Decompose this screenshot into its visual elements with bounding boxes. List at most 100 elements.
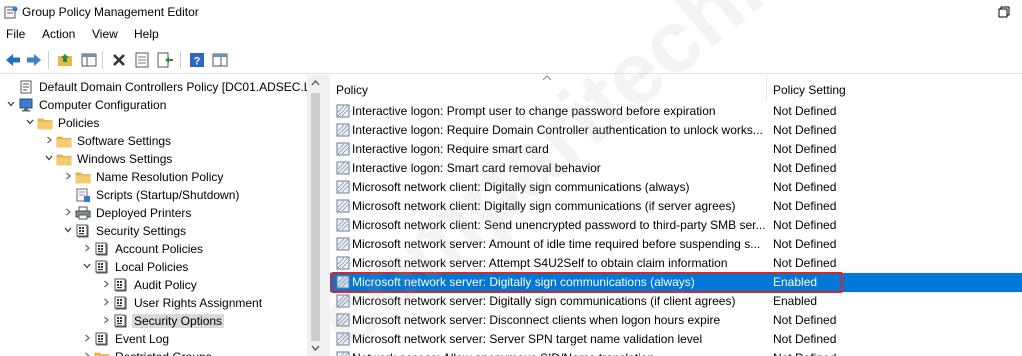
folder-icon — [56, 136, 72, 148]
policy-row[interactable]: Microsoft network client: Digitally sign… — [330, 197, 1022, 216]
tree-node-label: Default Domain Controllers Policy [DC01.… — [39, 80, 324, 94]
policy-row[interactable]: Interactive logon: Smart card removal be… — [330, 159, 1022, 178]
policy-setting-value: Not Defined — [773, 218, 837, 232]
folder-icon — [94, 352, 110, 356]
tree-node[interactable]: Security Options — [0, 312, 320, 330]
tree-node[interactable]: Event Log — [0, 330, 320, 348]
menu-view[interactable]: View — [92, 27, 118, 41]
column-header-policy-setting[interactable]: Policy Setting — [767, 75, 1022, 101]
policy-row[interactable]: Microsoft network server: Amount of idle… — [330, 235, 1022, 254]
toolbar-separator — [102, 51, 103, 69]
menu-help[interactable]: Help — [134, 27, 159, 41]
menu-action[interactable]: Action — [42, 27, 75, 41]
policy-setting-value: Not Defined — [773, 199, 837, 213]
tree-node[interactable]: Computer Configuration — [0, 96, 320, 114]
column-header-policy[interactable]: Policy — [330, 75, 767, 101]
tree-node[interactable]: User Rights Assignment — [0, 294, 320, 312]
tree-node[interactable]: Local Policies — [0, 258, 320, 276]
computer-icon — [19, 98, 33, 112]
tree-node-label: Scripts (Startup/Shutdown) — [96, 188, 240, 202]
chevron-right-icon[interactable] — [101, 297, 111, 307]
policy-row[interactable]: Interactive logon: Prompt user to change… — [330, 102, 1022, 121]
policy-setting-icon — [336, 294, 350, 308]
chevron-right-icon[interactable] — [101, 279, 111, 289]
tree-node[interactable]: Security Settings — [0, 222, 320, 240]
chevron-right-icon[interactable] — [82, 351, 92, 356]
policy-name: Microsoft network server: Digitally sign… — [352, 294, 736, 308]
console-view-icon[interactable] — [211, 51, 229, 69]
chevron-right-icon[interactable] — [44, 135, 54, 145]
tree-node[interactable]: Software Settings — [0, 132, 320, 150]
policy-row[interactable]: Microsoft network client: Digitally sign… — [330, 178, 1022, 197]
policy-name: Interactive logon: Require Domain Contro… — [352, 123, 763, 137]
policy-row[interactable]: Microsoft network server: Digitally sign… — [330, 292, 1022, 311]
policy-name: Interactive logon: Prompt user to change… — [352, 104, 716, 118]
tree-node[interactable]: Account Policies — [0, 240, 320, 258]
tree-node-label: Local Policies — [115, 260, 189, 274]
up-folder-icon[interactable] — [56, 51, 74, 69]
policy-setting-icon — [336, 180, 350, 194]
annotation-highlight-box — [331, 272, 843, 293]
policy-scroll-icon — [20, 80, 32, 94]
tree-node[interactable]: Windows Settings — [0, 150, 320, 168]
policy-setting-value: Not Defined — [773, 123, 837, 137]
title-bar: Group Policy Management Editor — [0, 0, 1022, 24]
tree-node[interactable]: Name Resolution Policy — [0, 168, 320, 186]
policy-name: Microsoft network server: Disconnect cli… — [352, 313, 721, 327]
chevron-right-icon[interactable] — [82, 243, 92, 253]
tree-vertical-scrollbar[interactable] — [307, 75, 324, 356]
chevron-down-icon[interactable] — [82, 261, 92, 271]
chevron-down-icon[interactable] — [6, 99, 16, 109]
help-icon[interactable]: ? — [188, 51, 206, 69]
chevron-right-icon[interactable] — [63, 171, 73, 181]
printer-icon — [75, 206, 91, 220]
export-list-icon[interactable] — [156, 51, 174, 69]
chevron-down-icon[interactable] — [25, 117, 35, 127]
show-hide-tree-icon[interactable] — [80, 51, 98, 69]
policy-row[interactable]: Microsoft network server: Disconnect cli… — [330, 311, 1022, 330]
chevron-right-icon[interactable] — [101, 315, 111, 325]
tree-node[interactable]: Scripts (Startup/Shutdown) — [0, 186, 320, 204]
chevron-right-icon[interactable] — [63, 207, 73, 217]
delete-icon[interactable] — [110, 51, 128, 69]
policy-setting-icon — [336, 237, 350, 251]
policy-name: Microsoft network server: Attempt S4U2Se… — [352, 256, 728, 270]
chevron-right-icon[interactable] — [82, 333, 92, 343]
script-icon — [76, 188, 90, 202]
security-settings-icon — [95, 260, 108, 274]
menu-file[interactable]: File — [6, 27, 25, 41]
tree-node-label: Account Policies — [115, 242, 204, 256]
scroll-down-icon[interactable] — [311, 343, 320, 352]
policy-row[interactable]: Microsoft network server: Attempt S4U2Se… — [330, 254, 1022, 273]
tree-node[interactable]: Default Domain Controllers Policy [DC01.… — [0, 78, 324, 96]
tree-node-label: Deployed Printers — [96, 206, 192, 220]
tree-node-label: Event Log — [115, 332, 170, 346]
folder-icon — [37, 118, 53, 130]
forward-arrow-icon[interactable] — [25, 51, 43, 69]
scrollbar-thumb[interactable] — [311, 93, 320, 341]
policy-row[interactable]: Network access: Allow anonymous SID/Name… — [330, 349, 1022, 356]
policy-setting-icon — [336, 142, 350, 156]
scroll-up-icon[interactable] — [311, 79, 320, 88]
policy-row[interactable]: Interactive logon: Require Domain Contro… — [330, 121, 1022, 140]
restore-window-icon[interactable] — [996, 4, 1012, 20]
policy-name: Microsoft network server: Amount of idle… — [352, 237, 761, 251]
tree-node-label: Computer Configuration — [39, 98, 167, 112]
tree-node-label: Windows Settings — [77, 152, 173, 166]
console-tree[interactable]: Default Domain Controllers Policy [DC01.… — [0, 75, 324, 356]
tree-node[interactable]: Audit Policy — [0, 276, 320, 294]
policy-setting-icon — [336, 199, 350, 213]
back-arrow-icon[interactable] — [4, 51, 22, 69]
chevron-down-icon[interactable] — [44, 153, 54, 163]
tree-node[interactable]: Policies — [0, 114, 320, 132]
policy-row[interactable]: Interactive logon: Require smart card Not… — [330, 140, 1022, 159]
policy-list[interactable]: Policy Policy Setting Interactive logon:… — [330, 75, 1022, 356]
security-settings-icon — [95, 242, 108, 256]
policy-setting-icon — [336, 313, 350, 327]
chevron-down-icon[interactable] — [63, 225, 73, 235]
properties-icon[interactable] — [133, 51, 151, 69]
tree-node[interactable]: Deployed Printers — [0, 204, 320, 222]
policy-row[interactable]: Microsoft network server: Server SPN tar… — [330, 330, 1022, 349]
policy-row[interactable]: Microsoft network client: Send unencrypt… — [330, 216, 1022, 235]
tree-node[interactable]: Restricted Groups — [0, 348, 320, 356]
